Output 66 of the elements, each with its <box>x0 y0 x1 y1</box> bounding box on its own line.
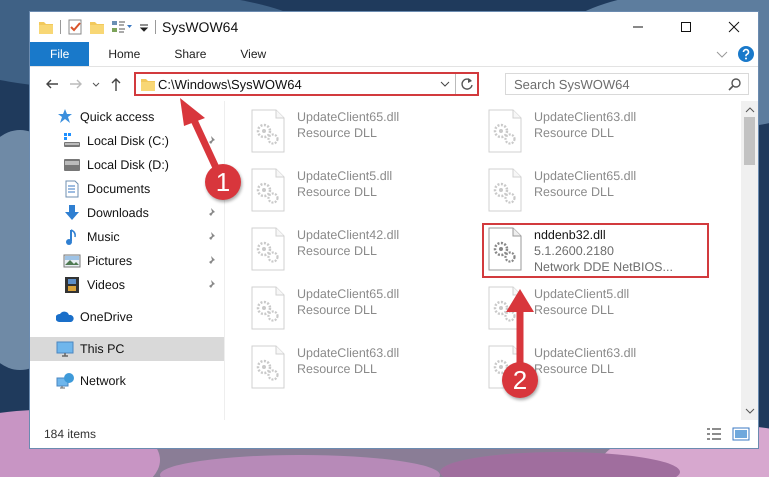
address-bar[interactable]: C:\Windows\SysWOW64 <box>134 72 479 96</box>
sidebar-item[interactable]: Network <box>30 369 134 393</box>
tiles-view-icon <box>732 427 750 441</box>
tiles-view-button[interactable] <box>730 425 752 443</box>
address-field[interactable]: C:\Windows\SysWOW64 <box>156 76 439 92</box>
ribbon-tab[interactable]: File <box>30 42 90 66</box>
window-title: SysWOW64 <box>162 19 240 35</box>
film-icon <box>63 276 81 294</box>
gear-file-icon <box>251 345 285 389</box>
sidebar-item[interactable]: Downloads <box>30 201 224 225</box>
document-icon <box>63 180 81 198</box>
checklist-icon[interactable] <box>67 19 83 35</box>
gear-file-icon <box>488 227 522 271</box>
file-detail: Resource DLL <box>534 184 615 200</box>
file-detail: Network DDE NetBIOS... <box>534 259 673 275</box>
sidebar-item[interactable]: Local Disk (C:) <box>30 129 224 153</box>
search-icon <box>728 77 742 91</box>
item-count: 184 items <box>44 427 98 441</box>
gear-file-icon <box>488 109 522 153</box>
file-detail: 5.1.2600.2180 <box>534 243 615 259</box>
search-box[interactable]: Search SysWOW64 <box>505 73 749 95</box>
ribbon-tab[interactable]: Home <box>93 42 156 66</box>
network-icon <box>56 372 74 390</box>
refresh-icon <box>460 77 474 91</box>
sidebar-item[interactable]: Pictures <box>30 249 224 273</box>
sidebar-item[interactable]: Documents <box>30 177 158 201</box>
file-detail: Resource DLL <box>297 302 378 318</box>
list-view-icon[interactable] <box>111 19 133 35</box>
file-detail: Resource DLL <box>534 125 615 141</box>
scrollbar-thumb[interactable] <box>744 117 755 165</box>
recent-locations-button[interactable] <box>90 80 102 88</box>
gear-file-icon <box>251 286 285 330</box>
file-detail: Resource DLL <box>534 302 615 318</box>
star-icon <box>56 108 74 126</box>
sidebar-item[interactable]: This PC <box>30 337 224 361</box>
gear-file-icon <box>251 227 285 271</box>
sidebar-item[interactable]: Music <box>30 225 224 249</box>
sidebar-item[interactable]: Quick access <box>30 105 162 129</box>
search-field[interactable]: Search SysWOW64 <box>506 76 728 92</box>
details-view-icon <box>706 427 722 441</box>
picture-icon <box>63 252 81 270</box>
monitor-icon <box>56 340 74 358</box>
file-detail: Resource DLL <box>297 125 378 141</box>
drive-icon <box>63 156 81 174</box>
gear-file-icon <box>251 109 285 153</box>
file-detail: Resource DLL <box>297 184 378 200</box>
folder-icon <box>140 76 156 92</box>
chevron-up-icon <box>744 105 754 115</box>
chevron-down-icon <box>744 406 754 416</box>
sidebar-item[interactable]: OneDrive <box>30 305 141 329</box>
chevron-down-icon <box>92 82 100 86</box>
file-detail: Resource DLL <box>297 361 378 377</box>
gear-file-icon <box>251 168 285 212</box>
gear-file-icon <box>488 168 522 212</box>
sidebar-item[interactable]: Videos <box>30 273 224 297</box>
ribbon-tab[interactable]: Share <box>159 42 222 66</box>
file-name[interactable]: nddenb32.dll <box>534 227 673 243</box>
file-detail: Resource DLL <box>297 243 378 259</box>
help-icon[interactable] <box>738 46 754 62</box>
scrollbar[interactable] <box>741 101 758 420</box>
download-icon <box>63 204 81 222</box>
drive-icon <box>63 132 81 150</box>
maximize-icon <box>680 21 692 33</box>
sidebar-item[interactable]: Local Disk (D:) <box>30 153 177 177</box>
close-icon <box>728 21 740 33</box>
ribbon-tab[interactable]: View <box>225 42 282 66</box>
